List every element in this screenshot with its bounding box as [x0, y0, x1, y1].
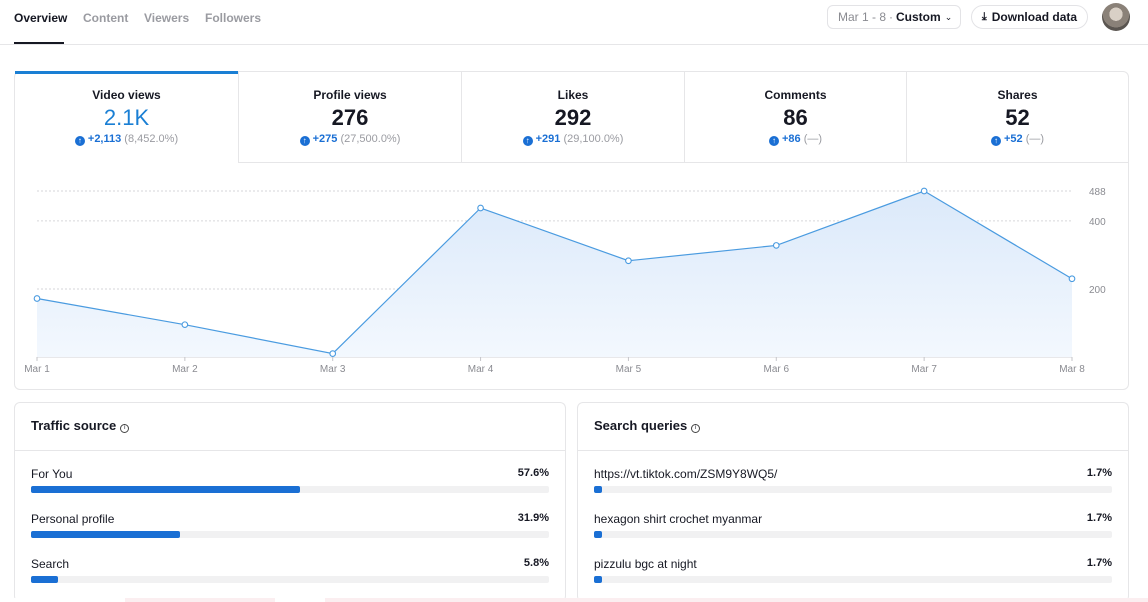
progress-fill: [31, 576, 59, 583]
progress-track: [594, 576, 1112, 583]
x-tick-label: Mar 2: [172, 364, 198, 375]
data-point: [181, 321, 189, 329]
x-tick-label: Mar 1: [24, 364, 50, 375]
traffic-row-value: 5.8%: [523, 557, 549, 569]
progress-track: [31, 486, 549, 493]
info-icon[interactable]: i: [120, 424, 130, 433]
card-title: Traffic source i: [31, 418, 130, 433]
traffic-row-label: Personal profile: [31, 512, 115, 526]
query-row: https://vt.tiktok.com/ZSM9Y8WQ5/ 1.7%: [594, 467, 1112, 507]
progress-track: [31, 576, 549, 583]
query-row-value: 1.7%: [1086, 557, 1112, 569]
traffic-row-label: For You: [31, 467, 73, 481]
progress-fill: [31, 531, 180, 538]
y-tick-label: 400: [1089, 217, 1106, 228]
traffic-row-value: 31.9%: [517, 512, 549, 524]
progress-fill: [594, 576, 602, 583]
progress-fill: [31, 486, 300, 493]
x-tick-label: Mar 8: [1059, 364, 1085, 375]
data-point: [1068, 275, 1076, 283]
data-point: [772, 242, 780, 249]
traffic-row: For You 57.6%: [31, 467, 549, 507]
info-icon[interactable]: i: [691, 424, 701, 433]
area-fill: [37, 191, 1072, 357]
progress-fill: [594, 531, 602, 538]
query-row-label: https://vt.tiktok.com/ZSM9Y8WQ5/: [594, 467, 778, 481]
data-point: [33, 295, 41, 302]
progress-fill: [594, 486, 602, 493]
data-point: [329, 350, 337, 357]
traffic-row-value: 57.6%: [517, 467, 549, 479]
traffic-source-card: Traffic source i For You 57.6% Personal p…: [14, 402, 566, 602]
data-point: [920, 187, 928, 195]
progress-track: [594, 531, 1112, 538]
query-row: pizzulu bgc at night 1.7%: [594, 557, 1112, 597]
query-row-value: 1.7%: [1086, 512, 1112, 524]
card-header: Traffic source i: [15, 403, 565, 451]
bottom-strip: [0, 598, 1148, 602]
data-point: [625, 257, 632, 265]
query-row: hexagon shirt crochet myanmar 1.7%: [594, 512, 1112, 552]
query-row-value: 1.7%: [1086, 467, 1112, 479]
x-tick-label: Mar 3: [320, 364, 346, 375]
progress-track: [594, 486, 1112, 493]
y-tick-label: 200: [1089, 285, 1106, 296]
x-tick-label: Mar 4: [468, 364, 494, 375]
search-queries-title: Search queries: [594, 418, 688, 433]
x-tick-label: Mar 7: [911, 364, 937, 375]
y-tick-label: 488: [1089, 187, 1106, 198]
card-title: Search queries i: [594, 418, 701, 433]
video-views-chart: 200 400 488 Mar 1 Mar 2 Mar 3 Mar 4 Mar 5 Mar 6 M…: [24, 187, 1106, 375]
traffic-source-title: Traffic source: [31, 418, 117, 433]
traffic-row: Search 5.8%: [31, 557, 549, 597]
traffic-row: Personal profile 31.9%: [31, 512, 549, 552]
progress-track: [31, 531, 549, 538]
x-tick-label: Mar 6: [764, 364, 790, 375]
query-row-label: hexagon shirt crochet myanmar: [594, 512, 763, 526]
query-row-label: pizzulu bgc at night: [594, 557, 697, 571]
search-queries-card: Search queries i https://vt.tiktok.com/ZS…: [577, 402, 1129, 602]
card-header: Search queries i: [578, 403, 1128, 451]
traffic-row-label: Search: [31, 557, 70, 571]
x-tick-label: Mar 5: [616, 364, 642, 375]
data-point: [477, 204, 484, 212]
